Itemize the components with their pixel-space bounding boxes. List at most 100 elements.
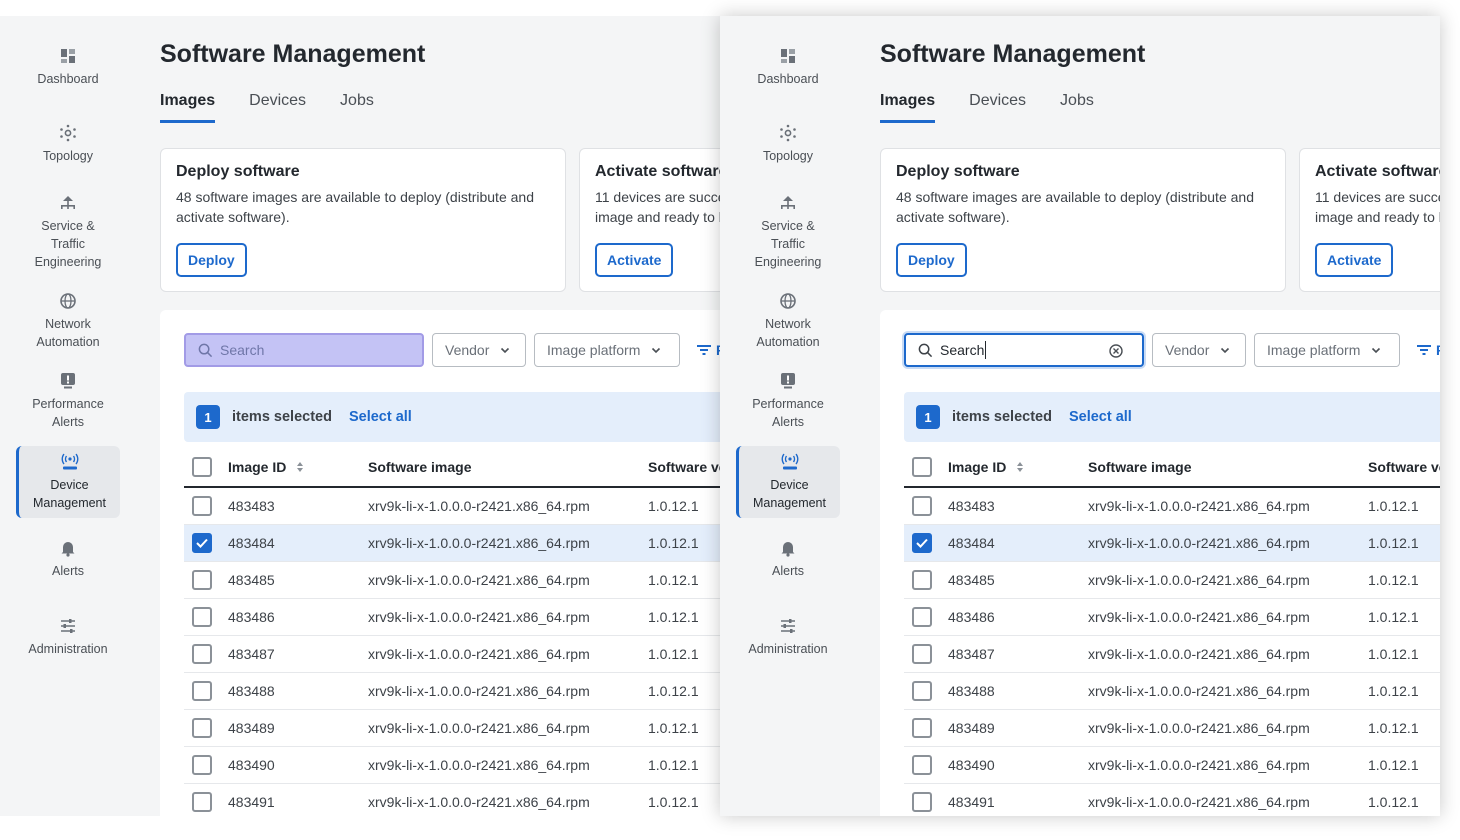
cell-software-image: xrv9k-li-x-1.0.0.0-r2421.x86_64.rpm — [368, 720, 590, 736]
table-row[interactable]: 483483 xrv9k-li-x-1.0.0.0-r2421.x86_64.r… — [184, 488, 720, 525]
table-row[interactable]: 483483 xrv9k-li-x-1.0.0.0-r2421.x86_64.r… — [904, 488, 1440, 525]
activate-button[interactable]: Activate — [595, 243, 674, 277]
table-row[interactable]: 483487 xrv9k-li-x-1.0.0.0-r2421.x86_64.r… — [904, 636, 1440, 673]
search-input[interactable]: Search — [904, 333, 1144, 367]
table-row[interactable]: 483490 xrv9k-li-x-1.0.0.0-r2421.x86_64.r… — [904, 747, 1440, 784]
table-row[interactable]: 483487 xrv9k-li-x-1.0.0.0-r2421.x86_64.r… — [184, 636, 720, 673]
sidebar-item-performance-alerts[interactable]: Performance Alerts — [736, 371, 840, 431]
cell-software-image: xrv9k-li-x-1.0.0.0-r2421.x86_64.rpm — [368, 757, 590, 773]
sidebar-item-label: Performance Alerts — [752, 397, 824, 429]
row-checkbox[interactable] — [192, 755, 212, 775]
device-management-icon — [781, 453, 798, 470]
row-checkbox[interactable] — [192, 681, 212, 701]
column-header-image-id[interactable]: Image ID — [948, 459, 1006, 475]
row-checkbox[interactable] — [912, 792, 932, 812]
table-row[interactable]: 483490 xrv9k-li-x-1.0.0.0-r2421.x86_64.r… — [184, 747, 720, 784]
cell-image-id: 483485 — [228, 572, 275, 588]
sidebar-item-label: Alerts — [52, 564, 84, 578]
sidebar-item-administration[interactable]: Administration — [736, 616, 840, 658]
clear-search-icon[interactable] — [1109, 344, 1123, 358]
table-row[interactable]: 483488 xrv9k-li-x-1.0.0.0-r2421.x86_64.r… — [184, 673, 720, 710]
filter-icon[interactable] — [696, 342, 712, 358]
filter-icon[interactable] — [1416, 342, 1432, 358]
cell-software-version: 1.0.12.1 — [1368, 720, 1419, 736]
tab-jobs[interactable]: Jobs — [1060, 92, 1094, 123]
table-row[interactable]: 483484 xrv9k-li-x-1.0.0.0-r2421.x86_64.r… — [184, 525, 720, 562]
table-row[interactable]: 483486 xrv9k-li-x-1.0.0.0-r2421.x86_64.r… — [904, 599, 1440, 636]
row-checkbox[interactable] — [192, 496, 212, 516]
card-title: Activate software — [1315, 163, 1440, 180]
row-checkbox[interactable] — [192, 644, 212, 664]
sidebar-item-service-traffic[interactable]: Service & Traffic Engineering — [16, 193, 120, 271]
search-input[interactable]: Search — [184, 333, 424, 367]
sidebar-item-performance-alerts[interactable]: Performance Alerts — [16, 371, 120, 431]
table-row[interactable]: 483489 xrv9k-li-x-1.0.0.0-r2421.x86_64.r… — [904, 710, 1440, 747]
cell-image-id: 483484 — [948, 535, 995, 551]
sidebar-item-network-automation[interactable]: Network Automation — [736, 291, 840, 351]
image-platform-dropdown-label: Image platform — [547, 342, 641, 358]
sidebar-item-administration[interactable]: Administration — [16, 616, 120, 658]
sidebar-item-dashboard[interactable]: Dashboard — [736, 46, 840, 88]
row-checkbox[interactable] — [912, 570, 932, 590]
sidebar-item-network-automation[interactable]: Network Automation — [16, 291, 120, 351]
table-row[interactable]: 483489 xrv9k-li-x-1.0.0.0-r2421.x86_64.r… — [184, 710, 720, 747]
table-row[interactable]: 483485 xrv9k-li-x-1.0.0.0-r2421.x86_64.r… — [184, 562, 720, 599]
select-all-checkbox[interactable] — [192, 457, 212, 477]
row-checkbox[interactable] — [912, 644, 932, 664]
sort-icon[interactable] — [1016, 461, 1024, 473]
tab-images[interactable]: Images — [160, 92, 216, 123]
row-checkbox[interactable] — [912, 681, 932, 701]
column-header-image-id[interactable]: Image ID — [228, 459, 286, 475]
sidebar-item-dashboard[interactable]: Dashboard — [16, 46, 120, 88]
row-checkbox[interactable] — [192, 570, 212, 590]
row-checkbox[interactable] — [912, 607, 932, 627]
tab-jobs[interactable]: Jobs — [340, 92, 374, 123]
row-checkbox[interactable] — [192, 718, 212, 738]
table-row[interactable]: 483488 xrv9k-li-x-1.0.0.0-r2421.x86_64.r… — [904, 673, 1440, 710]
search-icon — [918, 343, 933, 357]
sidebar-item-alerts[interactable]: Alerts — [736, 538, 840, 580]
sidebar-nav: Dashboard Topology Service & Traffic Eng… — [0, 16, 136, 816]
sidebar-item-topology[interactable]: Topology — [736, 123, 840, 165]
search-placeholder: Search — [220, 342, 265, 358]
row-checkbox[interactable] — [192, 792, 212, 812]
cell-image-id: 483491 — [948, 794, 995, 810]
vendor-dropdown-label: Vendor — [1165, 342, 1210, 358]
row-checkbox[interactable] — [192, 607, 212, 627]
activate-button[interactable]: Activate — [1315, 243, 1394, 277]
image-platform-dropdown[interactable]: Image platform — [1254, 333, 1400, 367]
row-checkbox[interactable] — [912, 533, 932, 553]
cell-software-version: 1.0.12.1 — [1368, 794, 1419, 810]
image-platform-dropdown[interactable]: Image platform — [534, 333, 680, 367]
row-checkbox[interactable] — [912, 755, 932, 775]
table-row[interactable]: 483486 xrv9k-li-x-1.0.0.0-r2421.x86_64.r… — [184, 599, 720, 636]
select-all-checkbox[interactable] — [912, 457, 932, 477]
sidebar-item-device-management[interactable]: Device Management — [16, 446, 120, 518]
sidebar-item-device-management[interactable]: Device Management — [736, 446, 840, 518]
row-checkbox[interactable] — [912, 496, 932, 516]
vendor-dropdown[interactable]: Vendor — [1152, 333, 1246, 367]
tab-devices[interactable]: Devices — [249, 92, 306, 123]
deploy-button[interactable]: Deploy — [176, 243, 247, 277]
tab-images[interactable]: Images — [880, 92, 936, 123]
tab-devices[interactable]: Devices — [969, 92, 1026, 123]
table-row[interactable]: 483491 xrv9k-li-x-1.0.0.0-r2421.x86_64.r… — [184, 784, 720, 816]
deploy-button[interactable]: Deploy — [896, 243, 967, 277]
row-checkbox[interactable] — [912, 718, 932, 738]
sort-icon[interactable] — [296, 461, 304, 473]
sidebar-item-service-traffic[interactable]: Service & Traffic Engineering — [736, 193, 840, 271]
sidebar-item-topology[interactable]: Topology — [16, 123, 120, 165]
table-row[interactable]: 483484 xrv9k-li-x-1.0.0.0-r2421.x86_64.r… — [904, 525, 1440, 562]
filters-button[interactable]: Filters — [1436, 342, 1440, 358]
vendor-dropdown[interactable]: Vendor — [432, 333, 526, 367]
cell-software-version: 1.0.12.1 — [648, 535, 699, 551]
select-all-link[interactable]: Select all — [349, 409, 412, 425]
row-checkbox[interactable] — [192, 533, 212, 553]
table-row[interactable]: 483491 xrv9k-li-x-1.0.0.0-r2421.x86_64.r… — [904, 784, 1440, 816]
table-row[interactable]: 483485 xrv9k-li-x-1.0.0.0-r2421.x86_64.r… — [904, 562, 1440, 599]
sidebar-item-alerts[interactable]: Alerts — [16, 538, 120, 580]
table-header-row: Image ID Software image Software version — [184, 448, 720, 488]
cell-software-version: 1.0.12.1 — [1368, 609, 1419, 625]
select-all-link[interactable]: Select all — [1069, 409, 1132, 425]
deploy-software-card: Deploy software 48 software images are a… — [160, 148, 566, 292]
